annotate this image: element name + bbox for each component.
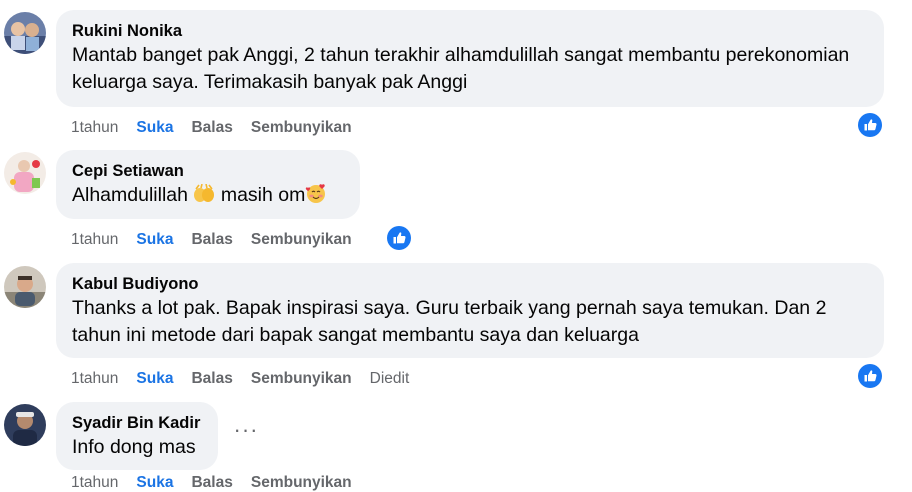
hide-button[interactable]: Sembunyikan: [251, 370, 352, 388]
reply-button[interactable]: Balas: [191, 370, 232, 388]
hide-button[interactable]: Sembunyikan: [251, 231, 352, 249]
avatar[interactable]: [4, 404, 46, 446]
comment-actions: 1tahun Suka Balas Sembunyikan: [71, 231, 370, 249]
comment-bubble: Kabul Budiyono Thanks a lot pak. Bapak i…: [56, 263, 884, 358]
comment-time[interactable]: 1tahun: [71, 231, 118, 249]
comment-actions: 1tahun Suka Balas Sembunyikan: [71, 119, 370, 137]
smiling-hearts-emoji-icon: [305, 182, 327, 212]
comment-text: Thanks a lot pak. Bapak inspirasi saya. …: [72, 297, 827, 346]
like-reaction-icon[interactable]: [858, 364, 882, 388]
more-options-button[interactable]: ···: [232, 419, 260, 448]
reply-button[interactable]: Balas: [191, 474, 232, 492]
comment-bubble: Syadir Bin Kadir Info dong mas: [56, 402, 218, 470]
comment-actions: 1tahun Suka Balas Sembunyikan Diedit: [71, 370, 427, 388]
like-button[interactable]: Suka: [136, 119, 173, 137]
comment-text-part: masih om: [220, 184, 306, 206]
comment-actions: 1tahun Suka Balas Sembunyikan: [71, 474, 370, 492]
comment-text: Alhamdulillah masih om: [72, 182, 344, 212]
hands-emoji-icon: [193, 183, 215, 212]
edited-label[interactable]: Diedit: [370, 370, 410, 388]
comment-text: Info dong mas: [72, 436, 196, 458]
comment-author[interactable]: Syadir Bin Kadir: [72, 412, 202, 434]
comment-author[interactable]: Cepi Setiawan: [72, 160, 344, 182]
comment-time[interactable]: 1tahun: [71, 119, 118, 137]
avatar[interactable]: [4, 266, 46, 308]
like-button[interactable]: Suka: [136, 474, 173, 492]
reply-button[interactable]: Balas: [191, 119, 232, 137]
like-reaction-icon[interactable]: [858, 113, 882, 137]
comment-text: Mantab banget pak Anggi, 2 tahun terakhi…: [72, 44, 850, 93]
comment-text-part: Alhamdulillah: [72, 184, 188, 206]
hide-button[interactable]: Sembunyikan: [251, 474, 352, 492]
like-reaction-icon[interactable]: [387, 226, 411, 250]
comment-author[interactable]: Kabul Budiyono: [72, 273, 868, 295]
avatar[interactable]: [4, 12, 46, 54]
comment-author[interactable]: Rukini Nonika: [72, 20, 868, 42]
comment-time[interactable]: 1tahun: [71, 474, 118, 492]
reply-button[interactable]: Balas: [191, 231, 232, 249]
like-button[interactable]: Suka: [136, 231, 173, 249]
like-button[interactable]: Suka: [136, 370, 173, 388]
comment-bubble: Cepi Setiawan Alhamdulillah masih om: [56, 150, 360, 219]
comment-bubble: Rukini Nonika Mantab banget pak Anggi, 2…: [56, 10, 884, 107]
comment-time[interactable]: 1tahun: [71, 370, 118, 388]
hide-button[interactable]: Sembunyikan: [251, 119, 352, 137]
avatar[interactable]: [4, 152, 46, 194]
